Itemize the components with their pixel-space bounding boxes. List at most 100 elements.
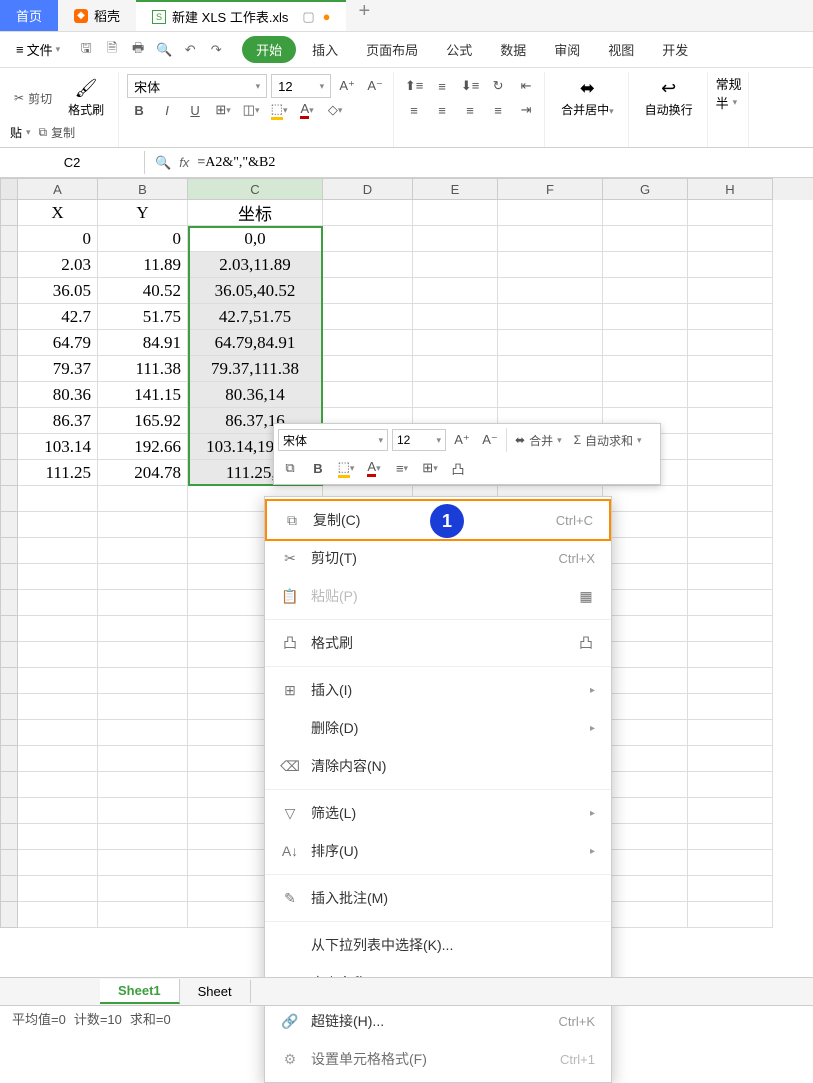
align-middle-icon[interactable]: ≡ <box>430 74 454 98</box>
eraser-button[interactable]: ◇▾ <box>323 98 347 122</box>
align-top-icon[interactable]: ⬆≡ <box>402 74 426 98</box>
cell-H16[interactable] <box>688 590 773 616</box>
file-menu[interactable]: ≡ 文件 ▾ <box>8 36 68 63</box>
cell-G18[interactable] <box>603 642 688 668</box>
cut-button[interactable]: ✂剪切 <box>10 88 56 109</box>
mini-size-select[interactable]: 12▾ <box>392 429 446 451</box>
cell-D5[interactable] <box>323 304 413 330</box>
search-icon[interactable]: 🔍 <box>155 155 171 171</box>
cell-H24[interactable] <box>688 798 773 824</box>
cell-H18[interactable] <box>688 642 773 668</box>
print-preview-icon[interactable]: 🔍 <box>154 40 174 60</box>
cell-G12[interactable] <box>603 486 688 512</box>
cell-B28[interactable] <box>98 902 188 928</box>
tab-add[interactable]: + <box>346 0 382 31</box>
cell-G16[interactable] <box>603 590 688 616</box>
cell-A5[interactable]: 42.7 <box>18 304 98 330</box>
cell-B3[interactable]: 11.89 <box>98 252 188 278</box>
menu-view[interactable]: 视图 <box>596 36 646 63</box>
cell-A10[interactable]: 103.14 <box>18 434 98 460</box>
font-size-select[interactable]: 12▾ <box>271 74 331 98</box>
cell-G26[interactable] <box>603 850 688 876</box>
mini-autosum-button[interactable]: Σ自动求和▾ <box>570 430 646 451</box>
mini-font-color[interactable]: A▾ <box>362 456 386 480</box>
col-header-A[interactable]: A <box>18 178 98 200</box>
cell-E2[interactable] <box>413 226 498 252</box>
col-header-G[interactable]: G <box>603 178 688 200</box>
cell-B20[interactable] <box>98 694 188 720</box>
cell-G1[interactable] <box>603 200 688 226</box>
fx-icon[interactable]: fx <box>179 155 189 170</box>
cell-A23[interactable] <box>18 772 98 798</box>
cell-B27[interactable] <box>98 876 188 902</box>
align-bottom-icon[interactable]: ⬇≡ <box>458 74 482 98</box>
mini-bold[interactable]: B <box>306 456 330 480</box>
cell-G13[interactable] <box>603 512 688 538</box>
undo-icon[interactable]: ↶ <box>180 40 200 60</box>
orientation-icon[interactable]: ↻ <box>486 74 510 98</box>
col-header-B[interactable]: B <box>98 178 188 200</box>
cell-A13[interactable] <box>18 512 98 538</box>
cell-H7[interactable] <box>688 356 773 382</box>
cell-F6[interactable] <box>498 330 603 356</box>
menu-dev[interactable]: 开发 <box>650 36 700 63</box>
cell-H8[interactable] <box>688 382 773 408</box>
cell-C2[interactable]: 0,0 <box>188 226 323 252</box>
cell-H11[interactable] <box>688 460 773 486</box>
mini-font-select[interactable]: 宋体▾ <box>278 429 388 451</box>
cell-A8[interactable]: 80.36 <box>18 382 98 408</box>
cell-D1[interactable] <box>323 200 413 226</box>
cell-B12[interactable] <box>98 486 188 512</box>
cell-G3[interactable] <box>603 252 688 278</box>
indent-left-icon[interactable]: ⇤ <box>514 74 538 98</box>
cell-A11[interactable]: 111.25 <box>18 460 98 486</box>
cell-B6[interactable]: 84.91 <box>98 330 188 356</box>
ctx-sort[interactable]: A↓ 排序(U) ▸ <box>265 832 611 870</box>
cell-B2[interactable]: 0 <box>98 226 188 252</box>
cell-H26[interactable] <box>688 850 773 876</box>
col-header-F[interactable]: F <box>498 178 603 200</box>
cell-G8[interactable] <box>603 382 688 408</box>
col-header-C[interactable]: C <box>188 178 323 200</box>
sheet-tab-1[interactable]: Sheet1 <box>100 979 180 1004</box>
cell-B17[interactable] <box>98 616 188 642</box>
cell-H1[interactable] <box>688 200 773 226</box>
cell-G28[interactable] <box>603 902 688 928</box>
cell-D6[interactable] <box>323 330 413 356</box>
cell-A27[interactable] <box>18 876 98 902</box>
cell-G17[interactable] <box>603 616 688 642</box>
cell-D3[interactable] <box>323 252 413 278</box>
cell-H15[interactable] <box>688 564 773 590</box>
print-icon[interactable]: 🖶 <box>128 40 148 60</box>
cell-F1[interactable] <box>498 200 603 226</box>
cell-F2[interactable] <box>498 226 603 252</box>
cell-B4[interactable]: 40.52 <box>98 278 188 304</box>
cell-H25[interactable] <box>688 824 773 850</box>
ctx-dropdown-select[interactable]: 从下拉列表中选择(K)... <box>265 926 611 964</box>
cell-B10[interactable]: 192.66 <box>98 434 188 460</box>
cell-G4[interactable] <box>603 278 688 304</box>
cell-B16[interactable] <box>98 590 188 616</box>
col-header-D[interactable]: D <box>323 178 413 200</box>
cell-E1[interactable] <box>413 200 498 226</box>
sheet-tab-2[interactable]: Sheet <box>180 980 251 1003</box>
cell-B8[interactable]: 141.15 <box>98 382 188 408</box>
cell-D4[interactable] <box>323 278 413 304</box>
cell-H21[interactable] <box>688 720 773 746</box>
cell-C7[interactable]: 79.37,111.38 <box>188 356 323 382</box>
copy-button[interactable]: ⧉复制 <box>35 122 80 143</box>
mini-border[interactable]: ⊞▾ <box>418 456 442 480</box>
cell-A9[interactable]: 86.37 <box>18 408 98 434</box>
cell-B1[interactable]: Y <box>98 200 188 226</box>
mini-increase-font[interactable]: A⁺ <box>450 428 474 452</box>
mini-highlight[interactable]: 凸 <box>446 456 470 480</box>
cell-F7[interactable] <box>498 356 603 382</box>
cell-H23[interactable] <box>688 772 773 798</box>
tab-workbook[interactable]: S 新建 XLS 工作表.xls ▢● <box>136 0 346 31</box>
cell-A14[interactable] <box>18 538 98 564</box>
col-header-E[interactable]: E <box>413 178 498 200</box>
cell-A22[interactable] <box>18 746 98 772</box>
cell-A2[interactable]: 0 <box>18 226 98 252</box>
save-as-icon[interactable]: 🗎 <box>102 40 122 60</box>
cell-B21[interactable] <box>98 720 188 746</box>
